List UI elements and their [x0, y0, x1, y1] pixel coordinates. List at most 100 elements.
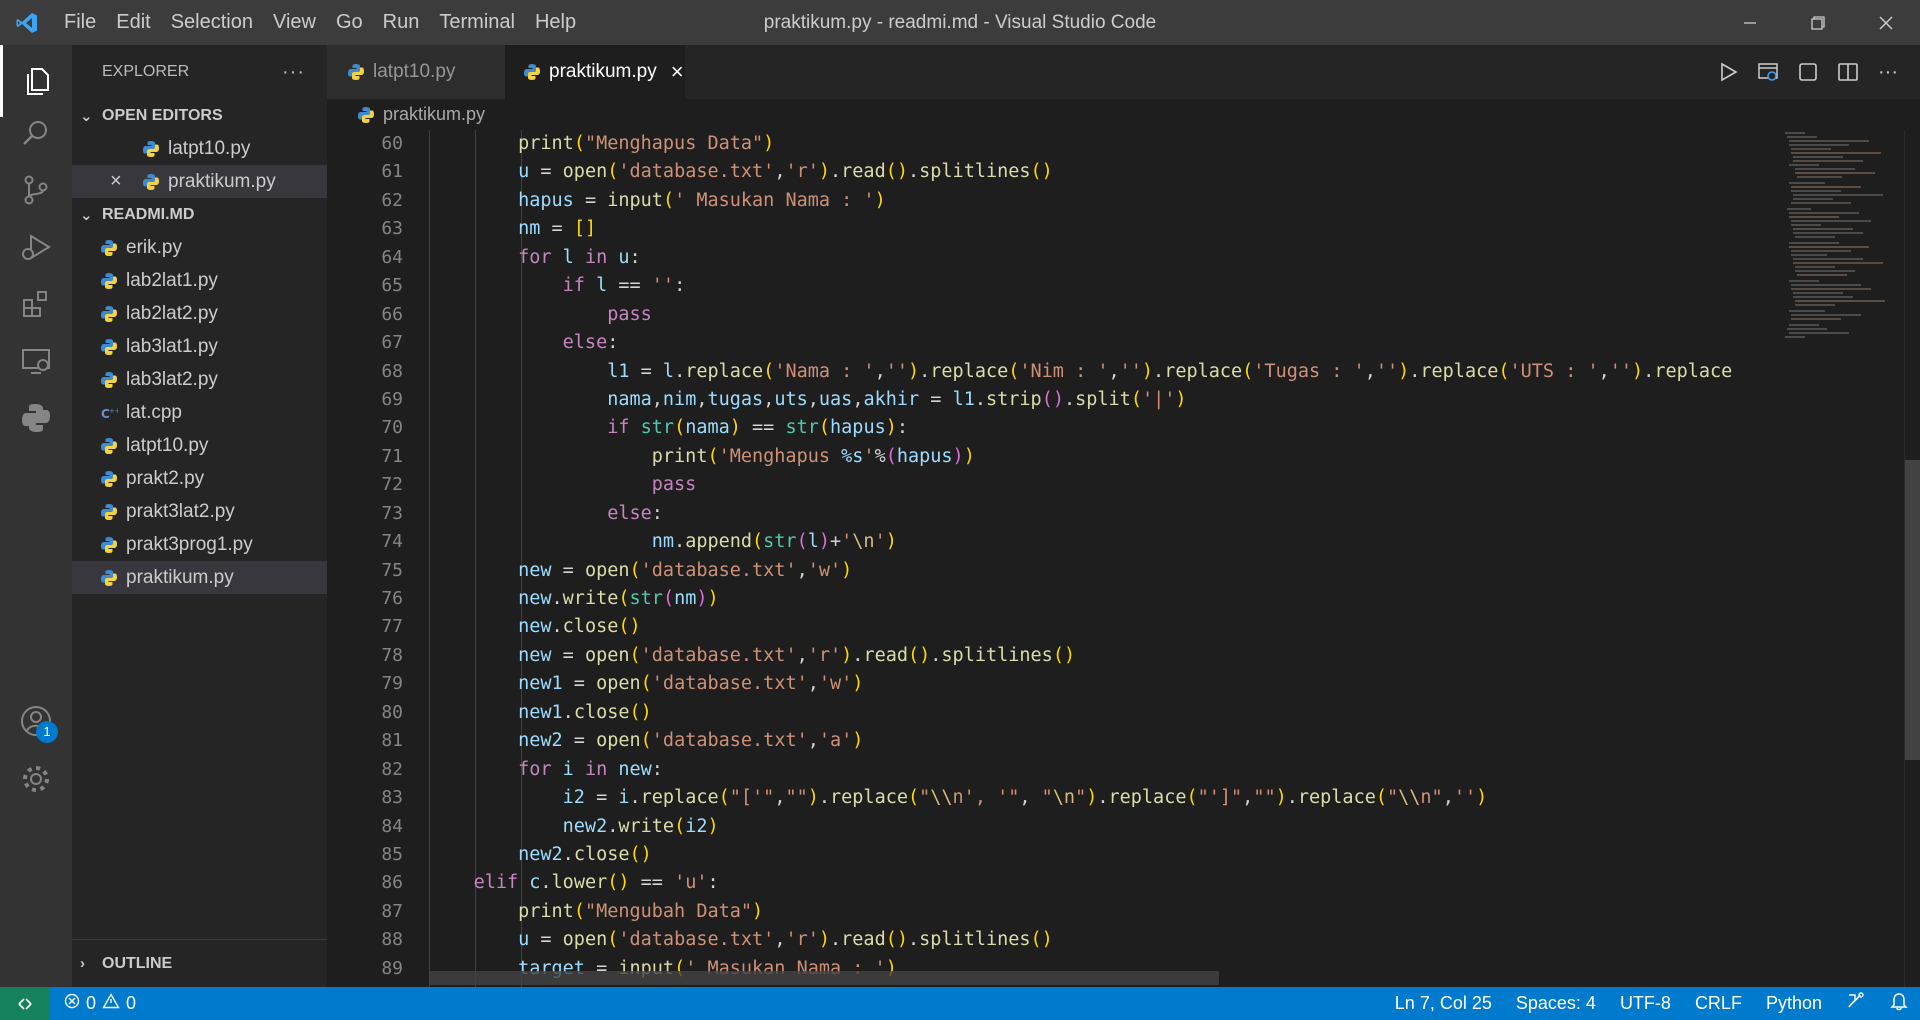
line-number: 86	[381, 872, 403, 894]
file-item[interactable]: lab3lat1.py	[72, 330, 327, 363]
code-line: hapus = input(' Masukan Nama : ')	[518, 189, 886, 211]
file-item[interactable]: prakt3lat2.py	[72, 495, 327, 528]
open-editor-item[interactable]: × praktikum.py	[72, 165, 327, 198]
menu-run[interactable]: Run	[373, 0, 430, 45]
code-line: new2.write(i2)	[562, 815, 719, 837]
line-number: 84	[381, 815, 403, 837]
file-list: erik.py lab2lat1.py lab2lat2.py lab3lat1.py…	[72, 231, 327, 594]
more-actions-icon[interactable]: ···	[1876, 60, 1900, 84]
gear-icon[interactable]	[0, 743, 72, 815]
error-icon	[64, 993, 80, 1014]
line-ending[interactable]: CRLF	[1683, 993, 1754, 1014]
line-number-gutter: 60 61 62 63 64 65 66 67 68 69 70 71 72 73 74 75 76 77 78 79…	[327, 130, 403, 983]
python-file-icon	[523, 63, 541, 81]
file-item[interactable]: erik.py	[72, 231, 327, 264]
feedback-icon[interactable]	[1834, 991, 1878, 1016]
minimize-button[interactable]	[1716, 0, 1784, 45]
folder-section[interactable]: ⌄ READMI.MD	[72, 198, 327, 231]
file-label: prakt3lat2.py	[126, 500, 235, 522]
vertical-scrollbar[interactable]	[1904, 130, 1920, 987]
warning-count: 0	[126, 993, 137, 1013]
warning-icon	[102, 993, 120, 1014]
python-file-icon	[142, 173, 160, 191]
code-line: new = open('database.txt','w')	[518, 559, 853, 581]
indentation[interactable]: Spaces: 4	[1504, 993, 1608, 1014]
open-editor-item[interactable]: latpt10.py	[72, 132, 327, 165]
line-number: 74	[381, 531, 403, 553]
file-label: lab3lat1.py	[126, 335, 218, 357]
file-label: lat.cpp	[126, 401, 182, 423]
file-item[interactable]: latpt10.py	[72, 429, 327, 462]
file-item[interactable]: lab2lat2.py	[72, 297, 327, 330]
file-label: lab3lat2.py	[126, 368, 218, 390]
tab-praktikum[interactable]: praktikum.py ×	[505, 45, 685, 99]
language-mode[interactable]: Python	[1754, 993, 1834, 1014]
python-file-icon	[100, 437, 118, 455]
open-editors-section[interactable]: ⌄ OPEN EDITORS	[72, 99, 327, 132]
menu-terminal[interactable]: Terminal	[429, 0, 525, 45]
breadcrumb-file[interactable]: praktikum.py	[383, 104, 485, 125]
run-file-icon[interactable]	[1716, 60, 1740, 84]
file-item[interactable]: prakt3prog1.py	[72, 528, 327, 561]
code-lines[interactable]: print("Menghapus Data") u = open('databa…	[429, 130, 1779, 983]
tab-latpt10[interactable]: latpt10.py	[327, 45, 505, 99]
python-icon[interactable]	[0, 382, 72, 454]
line-number: 77	[381, 616, 403, 638]
file-item[interactable]: C ++ lat.cpp	[72, 396, 327, 429]
more-actions-icon[interactable]: ···	[282, 61, 305, 84]
bell-icon[interactable]	[1878, 991, 1920, 1016]
code-line: new2.close()	[518, 843, 652, 865]
menu-go[interactable]: Go	[326, 0, 373, 45]
line-number: 76	[381, 588, 403, 609]
code-line: new1.close()	[518, 701, 652, 723]
open-editors-label: OPEN EDITORS	[102, 106, 223, 124]
open-editor-label: latpt10.py	[168, 137, 251, 159]
scrollbar-thumb[interactable]	[1905, 460, 1920, 760]
chevron-down-icon: ⌄	[80, 107, 93, 125]
line-number: 79	[381, 673, 403, 695]
line-number: 67	[381, 332, 403, 354]
file-item[interactable]: lab2lat1.py	[72, 264, 327, 297]
menu-help[interactable]: Help	[525, 0, 586, 45]
breadcrumb: praktikum.py	[327, 99, 1920, 130]
close-window-button[interactable]	[1852, 0, 1920, 45]
line-number: 75	[381, 559, 403, 581]
code-line: for i in new:	[518, 758, 663, 780]
file-item[interactable]: prakt2.py	[72, 462, 327, 495]
code-line: for l in u:	[518, 246, 641, 268]
line-number: 69	[381, 388, 403, 410]
line-number: 88	[381, 929, 403, 951]
open-preview-icon[interactable]	[1756, 60, 1780, 84]
cursor-position[interactable]: Ln 7, Col 25	[1383, 993, 1504, 1014]
file-label: prakt3prog1.py	[126, 533, 253, 555]
close-icon[interactable]: ×	[110, 170, 122, 193]
menu-edit[interactable]: Edit	[106, 0, 160, 45]
encoding[interactable]: UTF-8	[1608, 993, 1683, 1014]
toggle-view-icon[interactable]	[1796, 60, 1820, 84]
menu-view[interactable]: View	[263, 0, 326, 45]
problems-indicator[interactable]: 0 0	[50, 993, 136, 1014]
menu-bar: File Edit Selection View Go Run Terminal…	[54, 0, 586, 45]
editor-tabs: latpt10.py praktikum.py × ···	[327, 45, 1920, 99]
python-file-icon	[100, 338, 118, 356]
line-number: 61	[381, 161, 403, 183]
split-editor-icon[interactable]	[1836, 60, 1860, 84]
folder-label: READMI.MD	[102, 205, 195, 223]
remote-indicator[interactable]	[0, 987, 50, 1020]
outline-section[interactable]: › OUTLINE	[72, 939, 327, 987]
file-item[interactable]: praktikum.py	[72, 561, 327, 594]
menu-file[interactable]: File	[54, 0, 106, 45]
code-line: if l == '':	[562, 275, 686, 297]
close-tab-icon[interactable]: ×	[671, 59, 684, 85]
title-bar: File Edit Selection View Go Run Terminal…	[0, 0, 1920, 45]
code-editor[interactable]: 60 61 62 63 64 65 66 67 68 69 70 71 72 73 74 75 76 77 78 79…	[327, 130, 1920, 987]
menu-selection[interactable]: Selection	[161, 0, 263, 45]
line-number: 78	[381, 644, 403, 666]
code-line: print("Mengubah Data")	[518, 900, 764, 922]
file-item[interactable]: lab3lat2.py	[72, 363, 327, 396]
restore-button[interactable]	[1784, 0, 1852, 45]
python-file-icon	[100, 305, 118, 323]
line-number: 82	[381, 758, 403, 780]
horizontal-scrollbar[interactable]	[429, 971, 1219, 985]
minimap[interactable]	[1777, 130, 1905, 987]
